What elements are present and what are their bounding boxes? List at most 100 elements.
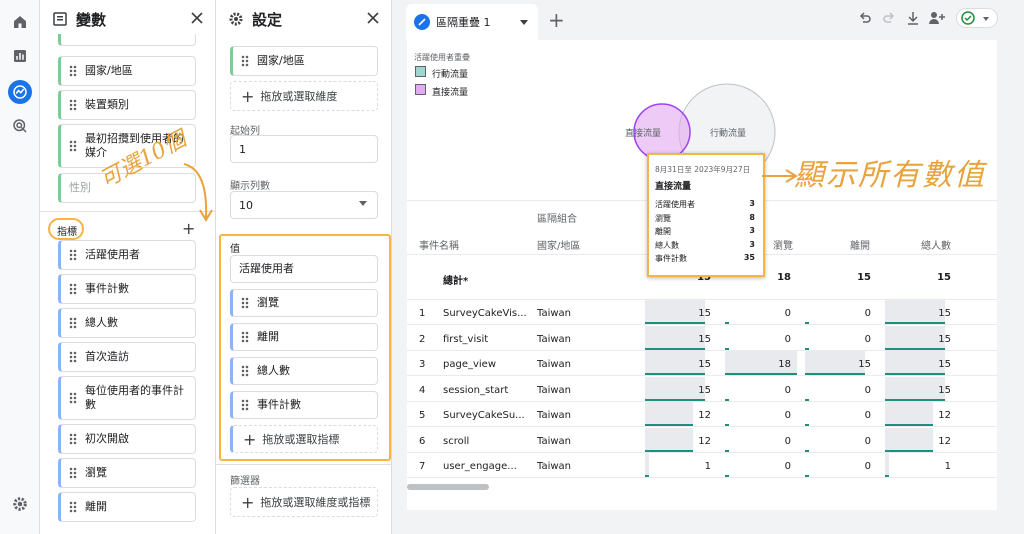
- drop-filter-target[interactable]: + 拖放或選取維度或指標: [230, 487, 378, 517]
- redo-icon[interactable]: [882, 12, 896, 26]
- metric-chip[interactable]: 總人數: [58, 308, 196, 338]
- metric-cell: 0: [864, 461, 871, 472]
- col-views[interactable]: 瀏覽: [773, 237, 793, 252]
- drag-handle-icon[interactable]: [69, 351, 77, 363]
- start-row-input[interactable]: 1: [230, 135, 378, 163]
- drag-handle-icon[interactable]: [69, 65, 77, 77]
- col-exits[interactable]: 離開: [850, 237, 870, 252]
- drag-handle-icon[interactable]: [69, 392, 77, 404]
- row-index: 1: [419, 308, 426, 319]
- add-tab-icon[interactable]: +: [548, 8, 565, 32]
- tooltip-date: 8月31日至 2023年9月27日: [655, 165, 751, 174]
- tab-segment-overlap[interactable]: 區隔重疊 1: [406, 4, 538, 40]
- settings-title: 設定: [252, 10, 283, 29]
- event-name-cell: user_engage...: [443, 461, 517, 472]
- annotation-show-all: 顯示所有數值: [794, 158, 986, 193]
- status-check-dropdown[interactable]: [956, 8, 998, 28]
- dropdown-arrow-icon: [359, 201, 367, 206]
- metric-cell: 0: [784, 461, 791, 472]
- row-index: 7: [419, 461, 426, 472]
- dimension-chip-clipped[interactable]: [58, 34, 196, 46]
- tooltip-value: 3: [749, 239, 755, 249]
- drop-dimension-target[interactable]: + 拖放或選取維度: [230, 81, 378, 111]
- event-name-cell: scroll: [443, 435, 470, 447]
- settings-icon[interactable]: [8, 492, 32, 516]
- metric-cell: 15: [698, 359, 711, 370]
- drag-handle-icon[interactable]: [69, 317, 77, 329]
- show-rows-select[interactable]: 10: [230, 191, 378, 219]
- metric-cell: 0: [864, 333, 871, 345]
- explore-icon[interactable]: [8, 80, 32, 104]
- drag-handle-icon[interactable]: [69, 433, 77, 445]
- legend-label-direct: 直接流量: [432, 88, 469, 98]
- drag-handle-icon[interactable]: [241, 55, 249, 67]
- metric-chip[interactable]: 離開: [58, 492, 196, 522]
- drag-handle-icon[interactable]: [69, 249, 77, 261]
- metric-cell: 0: [864, 410, 871, 421]
- variables-icon: [53, 12, 67, 26]
- tooltip: 8月31日至 2023年9月27日 直接流量 活躍使用者 3 瀏覽 8 離開 3 總人數 3 事…: [647, 153, 765, 277]
- main-area: 區隔重疊 1 + 活躍使用者重疊 行動流量 直接流量 直接流量 行動流量 區隔組…: [400, 0, 1024, 534]
- advertising-icon[interactable]: [8, 114, 32, 138]
- metric-chip[interactable]: 初次開啟: [58, 424, 196, 454]
- metric-chip[interactable]: 每位使用者的事件計數: [58, 376, 196, 420]
- chevron-down-icon: [983, 17, 989, 21]
- variables-header: 變數: [40, 0, 215, 38]
- country-cell: Taiwan: [537, 410, 572, 421]
- country-cell: Taiwan: [537, 384, 572, 396]
- metrics-highlight-ring: [48, 218, 84, 240]
- metric-chip[interactable]: 活躍使用者: [58, 240, 196, 270]
- col-total-users[interactable]: 總人數: [921, 237, 951, 252]
- tab-label: 區隔重疊 1: [436, 16, 491, 29]
- country-cell: Taiwan: [537, 435, 572, 447]
- metric-chip[interactable]: 首次造訪: [58, 342, 196, 372]
- row-dimension-chip[interactable]: 國家/地區: [230, 46, 378, 76]
- metric-cell: 15: [698, 384, 711, 396]
- legend-label-mobile: 行動流量: [432, 70, 469, 80]
- dimension-chip-country[interactable]: 國家/地區: [58, 56, 196, 86]
- col-country[interactable]: 國家/地區: [537, 237, 580, 252]
- horizontal-scrollbar[interactable]: [407, 484, 489, 490]
- tooltip-value: 3: [749, 226, 755, 235]
- event-name-cell: page_view: [443, 359, 497, 370]
- close-icon[interactable]: [189, 10, 205, 26]
- table-row-divider: [407, 451, 997, 453]
- drag-handle-icon[interactable]: [69, 501, 77, 513]
- tooltip-key: 瀏覽: [655, 213, 671, 223]
- share-user-icon[interactable]: [928, 11, 946, 25]
- drag-handle-icon[interactable]: [69, 140, 77, 152]
- metric-cell: 15: [938, 359, 951, 370]
- col-event-name[interactable]: 事件名稱: [419, 237, 459, 252]
- cell-background: [885, 453, 889, 475]
- drag-handle-icon[interactable]: [69, 283, 77, 295]
- home-icon[interactable]: [8, 10, 32, 34]
- metric-cell: 0: [784, 333, 791, 345]
- divider: [216, 464, 392, 465]
- tab-dropdown-icon[interactable]: [520, 20, 528, 25]
- settings-header: 設定: [216, 0, 391, 38]
- metric-cell: 0: [864, 435, 871, 447]
- drag-handle-icon[interactable]: [69, 99, 77, 111]
- reports-icon[interactable]: [8, 44, 32, 68]
- tooltip-key: 事件計數: [655, 254, 687, 263]
- visualization-canvas: 活躍使用者重疊 行動流量 直接流量 直接流量 行動流量 區隔組合 事件名稱 國家…: [407, 40, 997, 510]
- undo-icon[interactable]: [858, 12, 872, 26]
- drag-handle-icon[interactable]: [69, 467, 77, 479]
- gear-icon: [229, 12, 243, 26]
- metric-cell: 12: [938, 410, 951, 421]
- variables-title: 變數: [76, 10, 107, 29]
- close-icon[interactable]: [365, 10, 381, 26]
- country-cell: Taiwan: [537, 333, 572, 345]
- tooltip-key: 活躍使用者: [655, 200, 695, 209]
- tooltip-key: 離開: [655, 227, 671, 236]
- country-cell: Taiwan: [537, 359, 572, 370]
- download-icon[interactable]: [906, 11, 920, 25]
- total-value: 15: [857, 272, 871, 283]
- dimension-chip-device[interactable]: 裝置類別: [58, 90, 196, 120]
- row-index: 3: [419, 359, 426, 370]
- metric-chip[interactable]: 瀏覽: [58, 458, 196, 488]
- metric-cell: 0: [864, 308, 871, 319]
- metric-chip[interactable]: 事件計數: [58, 274, 196, 304]
- metric-cell: 12: [938, 435, 951, 447]
- country-cell: Taiwan: [537, 308, 572, 319]
